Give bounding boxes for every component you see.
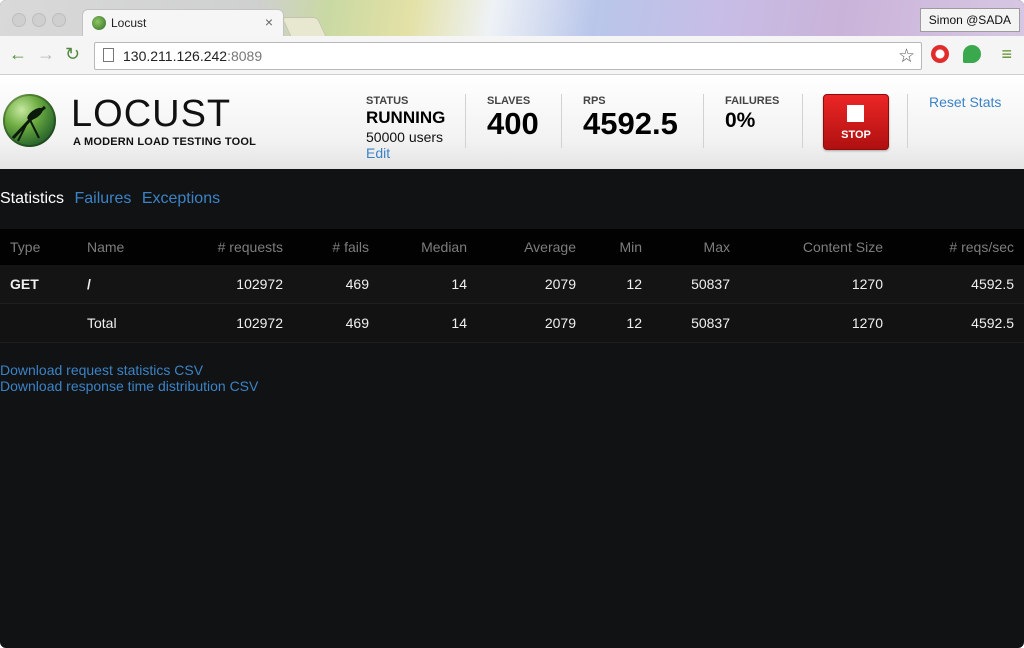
slaves-box: SLAVES 400 — [487, 95, 539, 141]
column-header[interactable]: # reqs/sec — [893, 229, 1024, 265]
tab-failures[interactable]: Failures — [74, 190, 131, 207]
menu-icon[interactable]: ≡ — [1001, 44, 1012, 65]
column-header[interactable]: Median — [379, 229, 477, 265]
table-header-row: Type Name # requests # fails Median Aver… — [0, 229, 1024, 265]
new-tab-button[interactable] — [281, 17, 327, 37]
download-response-time-link[interactable]: Download response time distribution CSV — [0, 378, 258, 394]
close-window-button[interactable] — [12, 13, 26, 27]
status-value: RUNNING — [366, 108, 446, 127]
failures-label: FAILURES — [725, 95, 780, 107]
table-cell: Total — [77, 303, 197, 343]
table-cell: 12 — [586, 265, 652, 304]
download-request-stats-link[interactable]: Download request statistics CSV — [0, 362, 203, 378]
table-cell: 4592.5 — [893, 303, 1024, 343]
table-row: Total 102972 469 14 2079 12 50837 1270 4… — [0, 303, 1024, 343]
column-header[interactable]: Max — [652, 229, 740, 265]
user-count: 50000 users — [366, 129, 444, 145]
table-cell: 14 — [379, 303, 477, 343]
profile-button[interactable]: Simon @SADA — [919, 8, 1020, 32]
url-port: :8089 — [227, 48, 263, 64]
title-bar: Locust × Simon @SADA — [0, 0, 1024, 37]
table-cell: 102972 — [197, 303, 293, 343]
table-cell — [0, 303, 77, 343]
column-header[interactable]: # requests — [197, 229, 293, 265]
table-cell: 12 — [586, 303, 652, 343]
slaves-value: 400 — [487, 106, 539, 141]
opera-extension-icon[interactable] — [931, 45, 949, 63]
forward-arrow-icon[interactable]: → — [37, 44, 55, 64]
locust-logo-icon — [3, 94, 56, 147]
bookmark-star-icon[interactable]: ☆ — [898, 45, 915, 68]
tab-close-icon[interactable]: × — [265, 14, 273, 30]
brand-title: LOCUST — [71, 93, 232, 135]
column-header[interactable]: Name — [77, 229, 197, 265]
table-cell: GET — [0, 265, 77, 304]
divider — [561, 94, 562, 148]
divider — [703, 94, 704, 148]
table-cell: / — [77, 265, 197, 304]
brand-tagline: A MODERN LOAD TESTING TOOL — [73, 136, 257, 148]
table-cell: 50837 — [652, 303, 740, 343]
zoom-window-button[interactable] — [52, 13, 66, 27]
table-cell: 102972 — [197, 265, 293, 304]
column-header[interactable]: # fails — [293, 229, 379, 265]
browser-toolbar: ← → ↻ 130.211.126.242:8089 ☆ ≡ — [0, 36, 1024, 75]
tab-title: Locust — [111, 16, 147, 30]
browser-window: Locust × Simon @SADA ← → ↻ 130.211.126.2… — [0, 0, 1024, 648]
column-header[interactable]: Average — [477, 229, 586, 265]
failures-value: 0% — [725, 109, 756, 132]
table-cell: 4592.5 — [893, 265, 1024, 304]
rps-value: 4592.5 — [583, 106, 678, 141]
tab-statistics[interactable]: Statistics — [0, 190, 64, 207]
table-cell: 2079 — [477, 303, 586, 343]
page-icon — [103, 48, 114, 62]
table-cell: 469 — [293, 265, 379, 304]
url-host: 130.211.126.242 — [123, 48, 228, 64]
stop-label: STOP — [841, 129, 871, 141]
status-label: STATUS — [366, 95, 409, 107]
stop-button[interactable]: STOP — [823, 94, 889, 150]
table-cell: 1270 — [740, 265, 893, 304]
edit-link[interactable]: Edit — [366, 145, 445, 161]
table-row: GET / 102972 469 14 2079 12 50837 1270 4… — [0, 265, 1024, 304]
back-arrow-icon[interactable]: ← — [9, 44, 27, 64]
status-box: STATUS RUNNING 50000 users Edit — [366, 95, 445, 161]
table-cell: 1270 — [740, 303, 893, 343]
divider — [465, 94, 466, 148]
column-header[interactable]: Content Size — [740, 229, 893, 265]
column-header[interactable]: Min — [586, 229, 652, 265]
stats-table: Type Name # requests # fails Median Aver… — [0, 229, 1024, 343]
table-cell: 469 — [293, 303, 379, 343]
divider — [802, 94, 803, 148]
tab-exceptions[interactable]: Exceptions — [142, 190, 220, 207]
table-cell: 14 — [379, 265, 477, 304]
stop-icon — [847, 105, 864, 122]
minimize-window-button[interactable] — [32, 13, 46, 27]
table-cell: 50837 — [652, 265, 740, 304]
reload-icon[interactable]: ↻ — [65, 44, 80, 64]
column-header[interactable]: Type — [0, 229, 77, 265]
locust-header: LOCUST A MODERN LOAD TESTING TOOL STATUS… — [0, 75, 1024, 169]
locust-favicon-icon — [92, 16, 106, 30]
browser-tab[interactable]: Locust × — [82, 9, 284, 37]
failures-box: FAILURES 0% — [725, 95, 779, 133]
rps-box: RPS 4592.5 — [583, 95, 678, 141]
url-text: 130.211.126.242:8089 — [123, 48, 262, 64]
reset-stats-link[interactable]: Reset Stats — [929, 94, 1001, 110]
divider — [907, 94, 908, 148]
content-tabs: Statistics Failures Exceptions — [0, 190, 226, 208]
address-bar[interactable]: 130.211.126.242:8089 ☆ — [94, 42, 922, 70]
table-cell: 2079 — [477, 265, 586, 304]
evernote-extension-icon[interactable] — [963, 45, 981, 63]
